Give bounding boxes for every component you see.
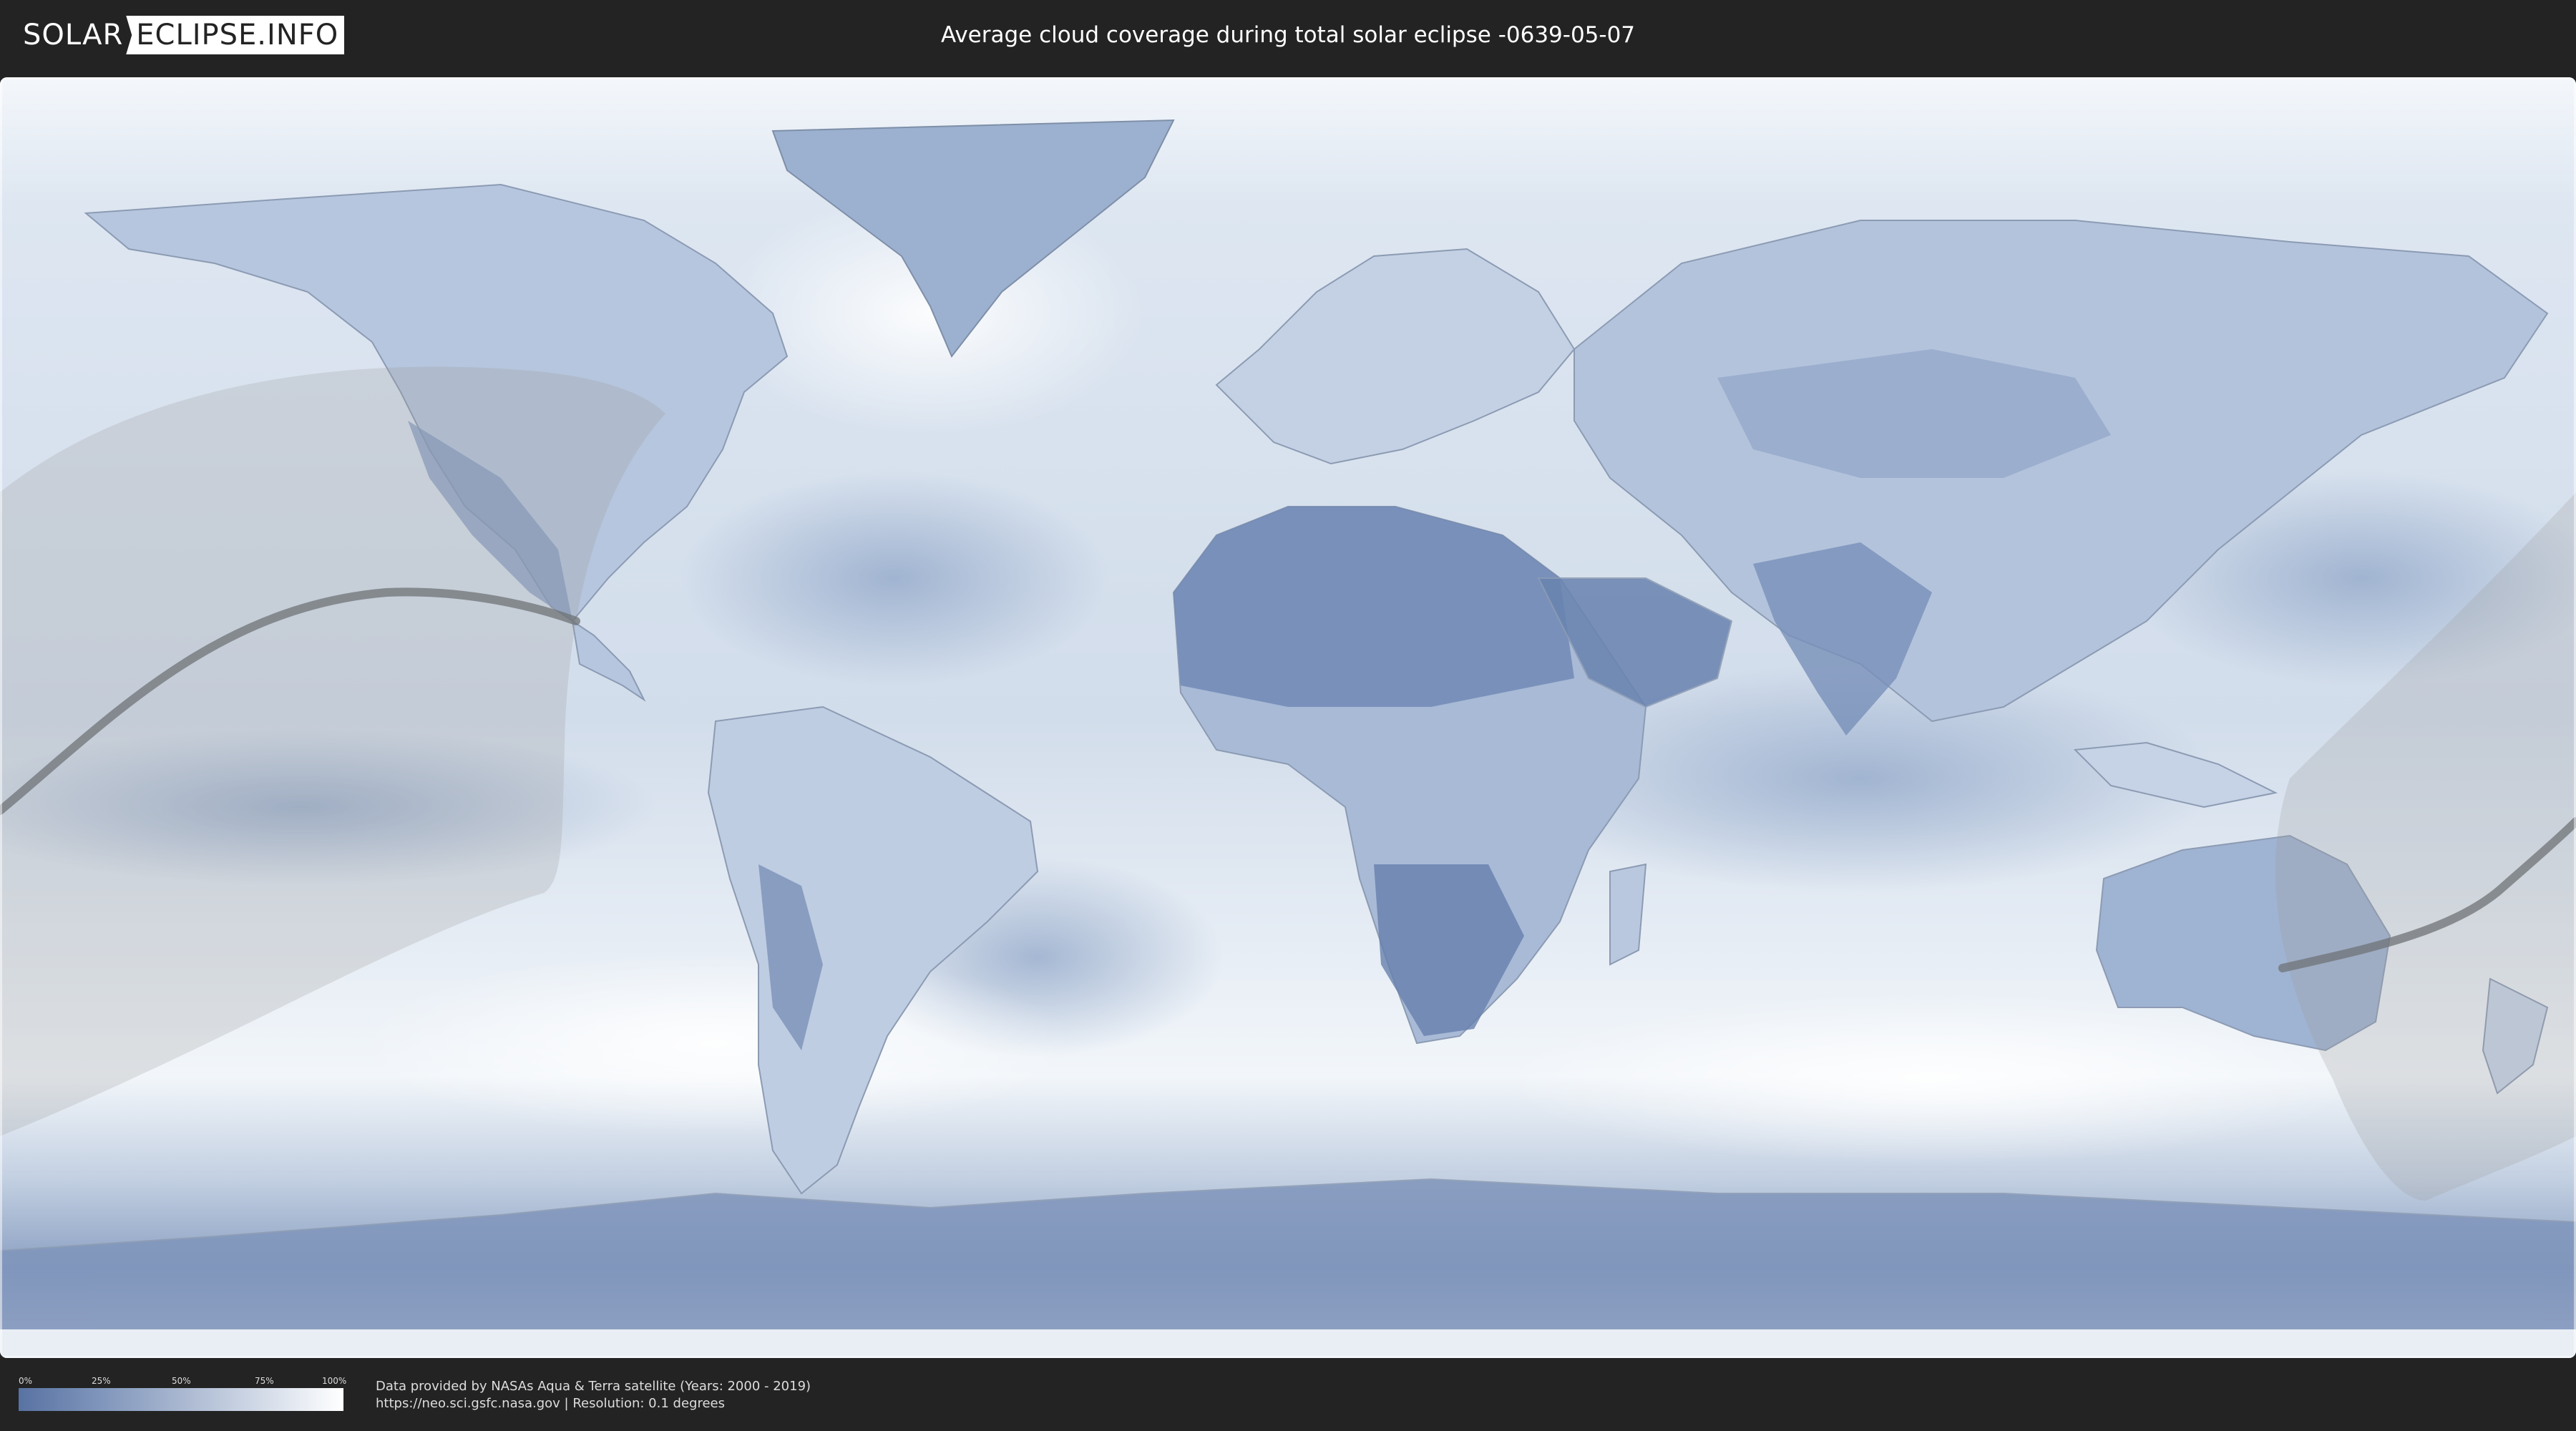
scale-label-0: 0%	[19, 1376, 33, 1386]
color-scale-labels: 0% 25% 50% 75% 100%	[19, 1375, 347, 1387]
header-bar: SOLAR ECLIPSE.INFO Average cloud coverag…	[0, 0, 2576, 72]
footer-bar: 0% 25% 50% 75% 100% Data provided by NAS…	[0, 1358, 2576, 1431]
scale-label-25: 25%	[92, 1376, 111, 1386]
page: SOLAR ECLIPSE.INFO Average cloud coverag…	[0, 0, 2576, 1431]
scale-label-50: 50%	[172, 1376, 191, 1386]
scale-label-75: 75%	[255, 1376, 274, 1386]
page-title: Average cloud coverage during total sola…	[940, 22, 1636, 48]
cloud-coverage-map[interactable]	[0, 77, 2576, 1358]
southern-white-band	[358, 950, 1073, 1136]
cloud-coverage-color-scale	[19, 1388, 343, 1411]
data-credit-text: Data provided by NASAs Aqua & Terra sate…	[376, 1379, 811, 1394]
atlantic-band	[680, 471, 1109, 685]
scale-label-100: 100%	[322, 1376, 347, 1386]
antarctic-ice-edge	[0, 1329, 2576, 1358]
world-map-svg	[0, 77, 2576, 1358]
data-source-link[interactable]: https://neo.sci.gsfc.nasa.gov | Resoluti…	[376, 1395, 725, 1412]
